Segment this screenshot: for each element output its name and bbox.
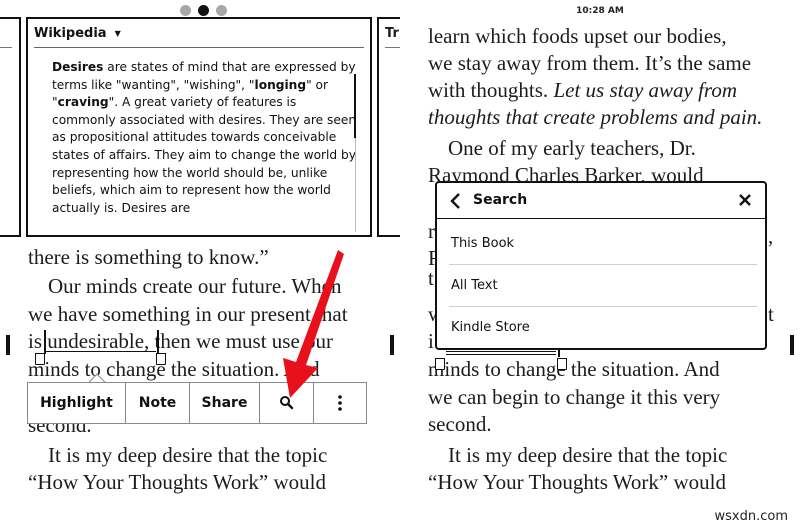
book-text-line: One of my early teachers, Dr. <box>448 136 696 160</box>
page-turn-marker-right <box>790 335 794 355</box>
selection-start-handle[interactable] <box>435 358 445 370</box>
dropdown-caret-icon[interactable]: ▼ <box>115 29 121 38</box>
page-turn-marker-right <box>390 335 394 355</box>
book-text-line: we have something in our present that <box>28 302 348 326</box>
search-option-all-text[interactable]: All Text <box>449 265 757 307</box>
previous-card-edge[interactable] <box>0 17 21 237</box>
wikipedia-lookup-card[interactable]: Wikipedia ▼ Desires are states of mind t… <box>26 17 372 237</box>
status-clock: 10:28 AM <box>576 6 624 16</box>
divider <box>385 47 400 48</box>
book-text-line: “How Your Thoughts Work” would <box>428 470 726 494</box>
page-dot[interactable] <box>180 5 191 16</box>
book-text-italic: Let us stay away from <box>553 78 737 102</box>
wiki-bold-term: Desires <box>52 60 104 74</box>
book-text-line: learn which foods upset our bodies, <box>428 24 727 48</box>
more-vertical-icon <box>338 395 342 411</box>
card-source-label[interactable]: Wikipedia <box>34 26 107 41</box>
highlight-button[interactable]: Highlight <box>28 383 126 423</box>
book-text-line: It is my deep desire that the topic <box>48 443 328 467</box>
book-text-line: second. <box>428 412 492 436</box>
book-text-line: minds to change the situation. And <box>28 357 320 381</box>
book-text-line: there is something to know.” <box>28 245 269 269</box>
selection-action-toolbar: Highlight Note Share <box>27 382 367 424</box>
search-icon <box>279 396 293 410</box>
search-popup-header: Search <box>437 183 765 219</box>
book-text-line: with thoughts. Let us stay away from <box>428 76 737 104</box>
book-text-fragment: , <box>768 224 774 248</box>
book-text-line: we stay away from them. It’s the same <box>428 51 752 75</box>
selection-end-stem <box>558 349 560 357</box>
wiki-article-text: Desires are states of mind that are expr… <box>52 59 362 229</box>
card-source-header[interactable]: Wikipedia ▼ <box>34 26 364 48</box>
selection-end-handle[interactable] <box>156 353 166 365</box>
wiki-bold-term: craving <box>57 95 109 110</box>
book-text-fragment: t <box>428 266 434 290</box>
wiki-text-segment: ". A great variety of features is common… <box>52 95 357 215</box>
left-screen: Wikipedia ▼ Desires are states of mind t… <box>0 0 400 532</box>
next-card-label: Tr <box>385 26 399 41</box>
book-text-fragment: i <box>428 329 434 353</box>
selection-end-handle[interactable] <box>557 358 567 370</box>
page-turn-marker-left <box>6 335 10 355</box>
search-option-this-book[interactable]: This Book <box>449 223 757 265</box>
book-text-line: we can begin to change it this very <box>428 385 721 409</box>
page-dot[interactable] <box>216 5 227 16</box>
book-text-fragment: r <box>428 219 435 243</box>
book-text-line: thoughts that create problems and pain. <box>428 105 763 129</box>
book-text-line: Our minds create our future. When <box>48 274 342 298</box>
share-button[interactable]: Share <box>190 383 260 423</box>
more-options-button[interactable] <box>314 383 366 423</box>
search-option-kindle-store[interactable]: Kindle Store <box>449 307 757 349</box>
next-card-edge[interactable]: Tr <box>377 17 400 237</box>
selection-start-handle[interactable] <box>35 353 45 365</box>
book-text-line: minds to change the situation. And <box>428 357 720 381</box>
book-text-line: “How Your Thoughts Work” would <box>28 470 326 494</box>
book-text-plain: with thoughts. <box>428 78 554 102</box>
book-text-line: It is my deep desire that the topic <box>448 443 728 467</box>
selection-underline <box>46 351 156 352</box>
note-button[interactable]: Note <box>126 383 190 423</box>
divider <box>0 47 12 48</box>
search-button[interactable] <box>260 383 314 423</box>
scrollbar-thumb[interactable] <box>354 74 356 138</box>
search-popup-title: Search <box>473 192 528 208</box>
right-screen: 10:28 AM learn which foods upset our bod… <box>400 0 800 532</box>
book-text-fragment: t <box>768 302 774 326</box>
search-scope-popup: Search This Book All Text Kindle Store <box>435 181 767 350</box>
selection-underline <box>446 354 556 355</box>
selection-end-stem <box>157 330 159 354</box>
scrollbar-track[interactable] <box>355 138 356 232</box>
watermark: wsxdn.com <box>714 509 789 524</box>
selection-underline <box>446 351 556 352</box>
close-icon[interactable] <box>737 192 753 208</box>
card-pagination <box>180 5 227 16</box>
wiki-bold-term: longing <box>254 77 307 92</box>
selection-start-stem <box>44 330 46 354</box>
page-dot-active[interactable] <box>198 5 209 16</box>
chevron-left-icon[interactable] <box>449 191 463 211</box>
